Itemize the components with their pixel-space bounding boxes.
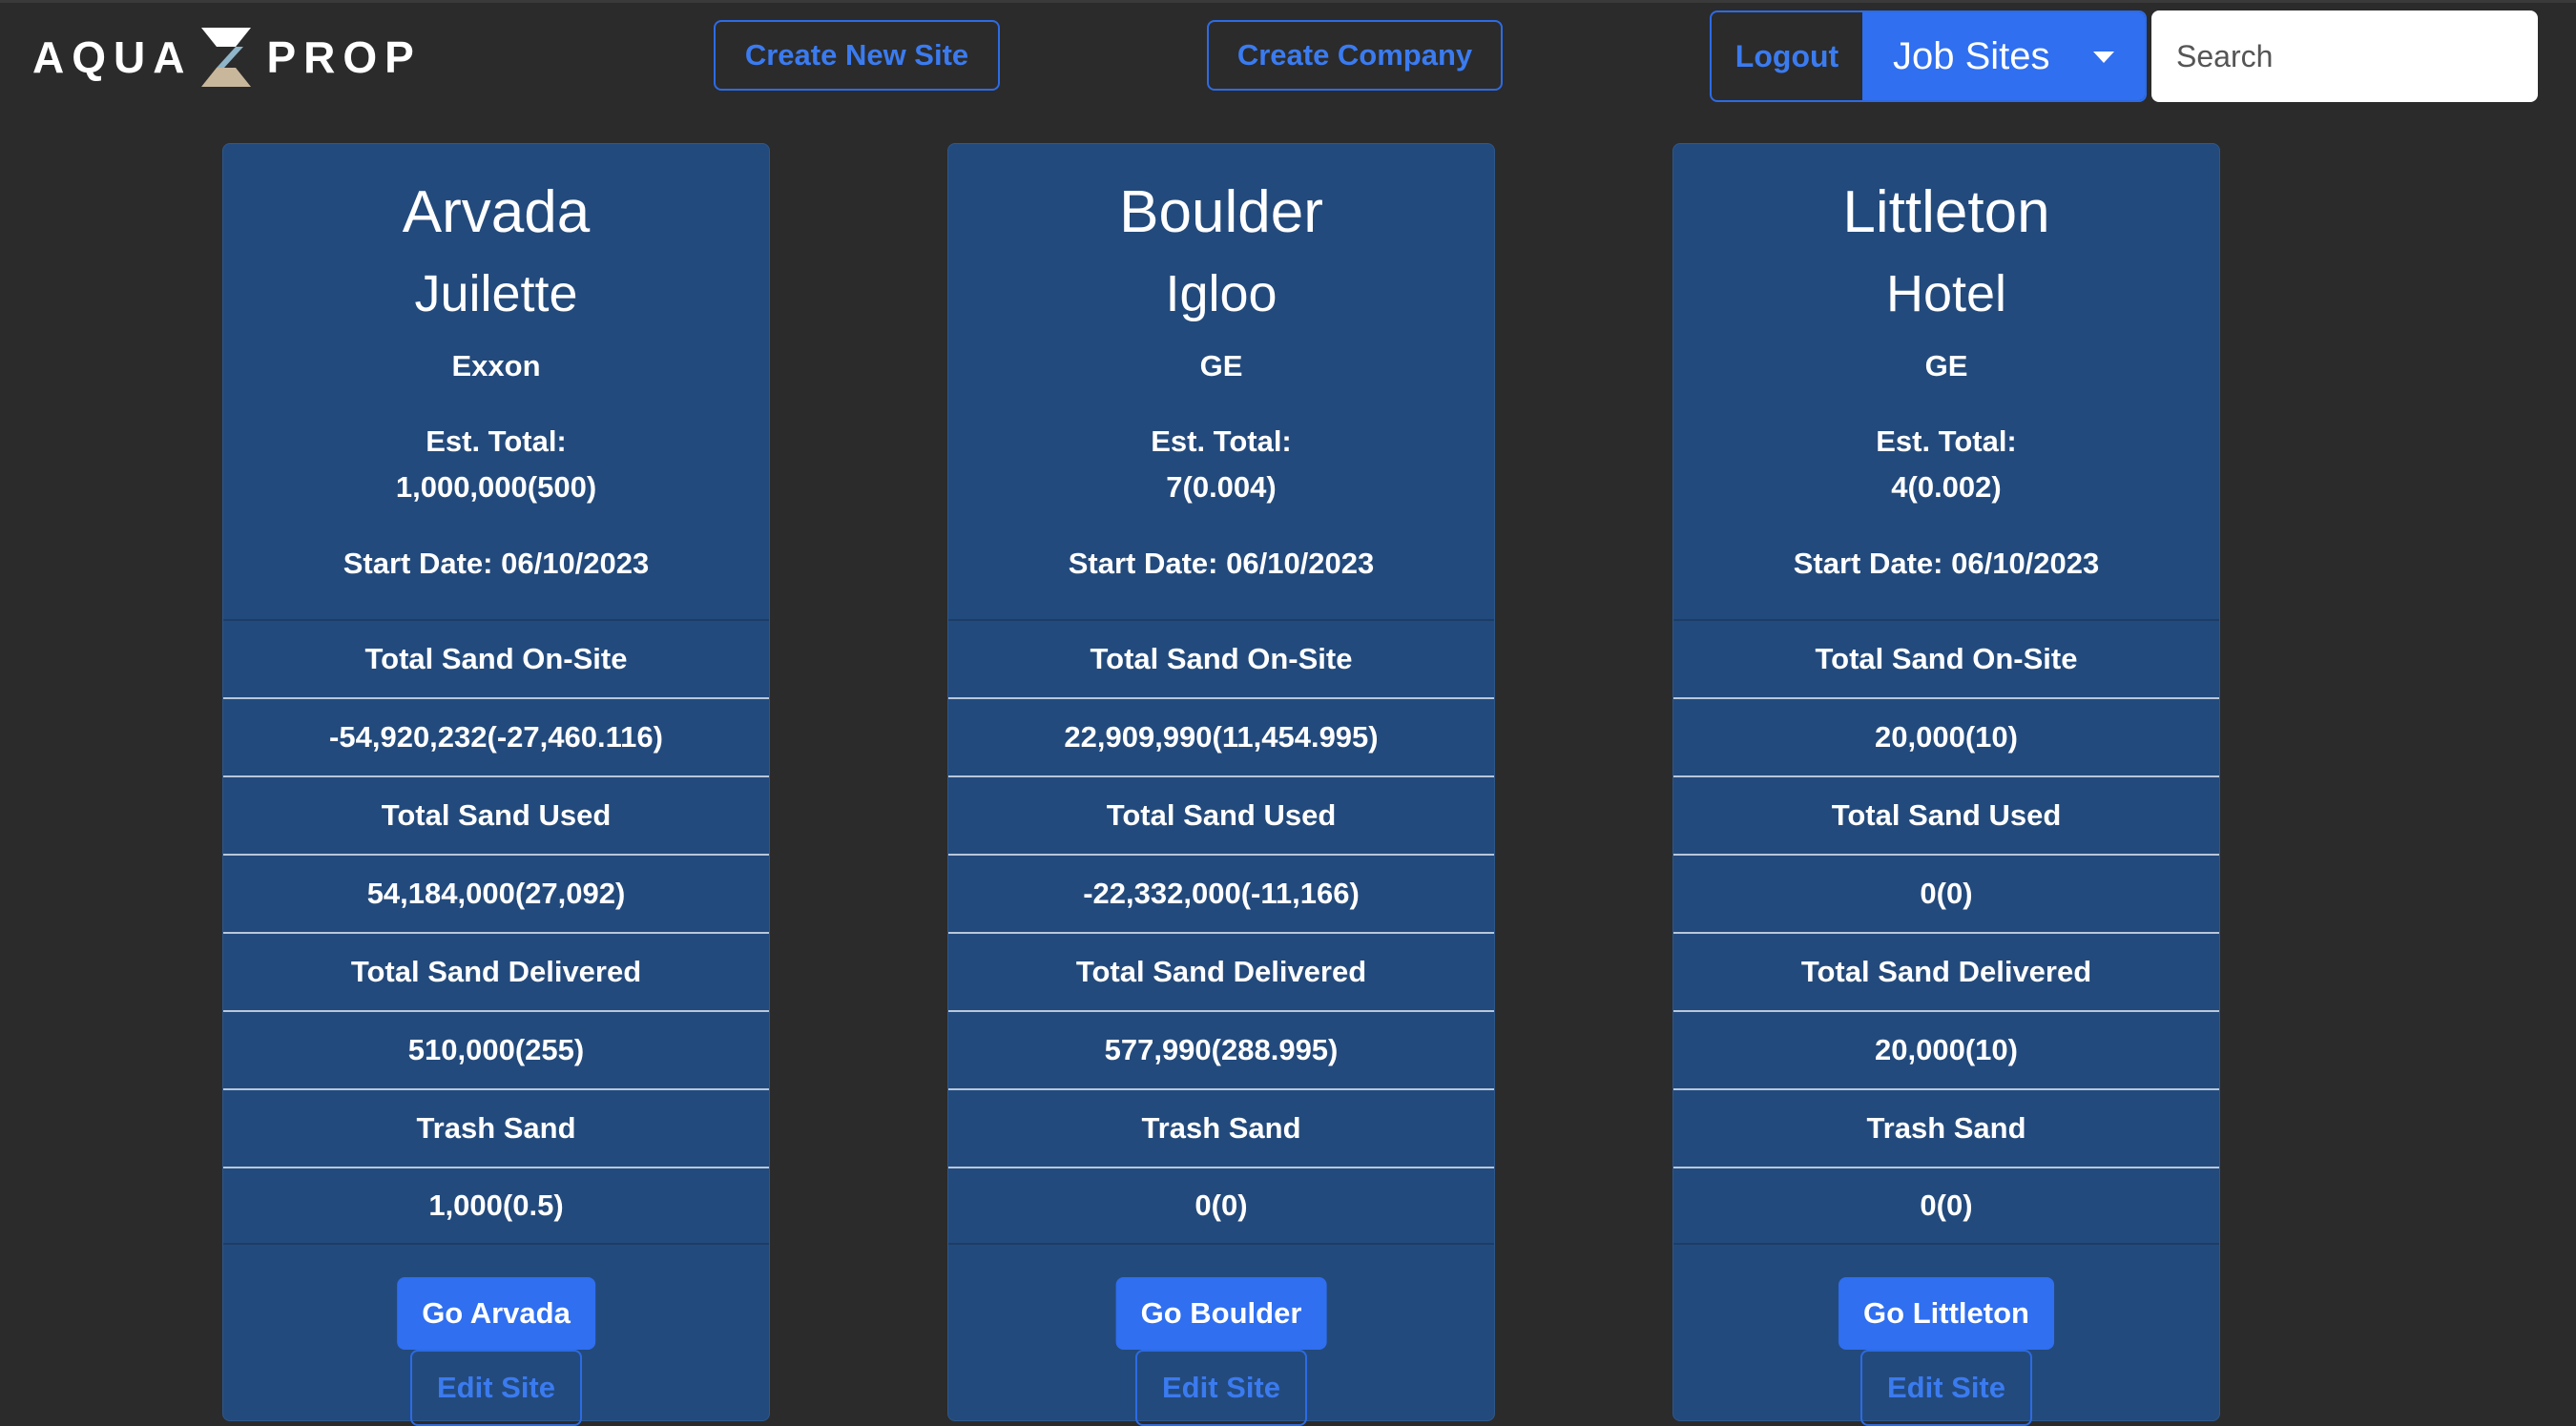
sand-stats-list: Total Sand On-Site 22,909,990(11,454.995… (948, 619, 1494, 1245)
site-card: Arvada Juilette Exxon Est. Total: 1,000,… (222, 143, 770, 1426)
edit-site-button[interactable]: Edit Site (1135, 1350, 1307, 1426)
go-site-button[interactable]: Go Littleton (1839, 1277, 2054, 1350)
stat-label: Total Sand Used (1673, 775, 2219, 854)
est-total-value: 1,000,000(500) (395, 470, 597, 504)
stat-value: 577,990(288.995) (948, 1010, 1494, 1088)
est-total-label: Est. Total: (426, 424, 567, 458)
site-city: Boulder (1119, 179, 1323, 245)
stat-value: -22,332,000(-11,166) (948, 854, 1494, 932)
stat-label: Total Sand Delivered (1673, 932, 2219, 1010)
logout-button[interactable]: Logout (1712, 12, 1862, 100)
sand-stats-list: Total Sand On-Site 20,000(10) Total Sand… (1673, 619, 2219, 1245)
job-sites-label: Job Sites (1893, 34, 2050, 77)
site-company: GE (1199, 349, 1243, 382)
site-city: Arvada (402, 179, 591, 245)
logo-mark-icon (201, 28, 252, 87)
stat-value: 0(0) (948, 1167, 1494, 1245)
start-date: Start Date: 06/10/2023 (343, 547, 650, 580)
site-name: Igloo (1165, 265, 1278, 322)
est-total-value: 4(0.002) (1891, 470, 2002, 504)
stat-value: 22,909,990(11,454.995) (948, 697, 1494, 775)
stat-value: -54,920,232(-27,460.116) (223, 697, 769, 775)
edit-site-button[interactable]: Edit Site (410, 1350, 582, 1426)
caret-down-icon (2093, 52, 2114, 63)
top-border (0, 0, 2576, 3)
stat-label: Total Sand Used (948, 775, 1494, 854)
start-date: Start Date: 06/10/2023 (1793, 547, 2100, 580)
search-input[interactable] (2151, 10, 2538, 102)
stat-label: Total Sand On-Site (1673, 619, 2219, 697)
create-new-site-button[interactable]: Create New Site (714, 20, 1000, 91)
est-total-label: Est. Total: (1876, 424, 2017, 458)
site-company: GE (1924, 349, 1968, 382)
stat-value: 1,000(0.5) (223, 1167, 769, 1245)
site-card: Littleton Hotel GE Est. Total: 4(0.002) … (1672, 143, 2220, 1426)
site-card: Boulder Igloo GE Est. Total: 7(0.004) St… (947, 143, 1495, 1426)
stat-label: Total Sand On-Site (223, 619, 769, 697)
stat-value: 20,000(10) (1673, 697, 2219, 775)
create-company-button[interactable]: Create Company (1207, 20, 1503, 91)
site-name: Hotel (1885, 265, 2007, 322)
stat-label: Trash Sand (948, 1088, 1494, 1167)
sand-stats-list: Total Sand On-Site -54,920,232(-27,460.1… (223, 619, 769, 1245)
stat-value: 0(0) (1673, 1167, 2219, 1245)
stat-value: 0(0) (1673, 854, 2219, 932)
logo-text-right: PROP (266, 32, 422, 82)
stat-value: 20,000(10) (1673, 1010, 2219, 1088)
stat-label: Total Sand Used (223, 775, 769, 854)
est-total-value: 7(0.004) (1166, 470, 1277, 504)
go-site-button[interactable]: Go Boulder (1115, 1277, 1327, 1350)
site-name: Juilette (414, 265, 578, 322)
stat-label: Total Sand On-Site (948, 619, 1494, 697)
logo-text-left: AQUA (32, 32, 193, 82)
app-logo[interactable]: AQUA PROP (32, 19, 422, 95)
est-total-label: Est. Total: (1151, 424, 1292, 458)
job-sites-dropdown[interactable]: Job Sites (1862, 12, 2145, 100)
nav-button-group: Logout Job Sites (1710, 10, 2147, 102)
stat-label: Trash Sand (1673, 1088, 2219, 1167)
edit-site-button[interactable]: Edit Site (1860, 1350, 2032, 1426)
stat-value: 510,000(255) (223, 1010, 769, 1088)
stat-label: Total Sand Delivered (948, 932, 1494, 1010)
stat-label: Total Sand Delivered (223, 932, 769, 1010)
start-date: Start Date: 06/10/2023 (1068, 547, 1375, 580)
site-company: Exxon (451, 349, 541, 382)
stat-label: Trash Sand (223, 1088, 769, 1167)
stat-value: 54,184,000(27,092) (223, 854, 769, 932)
site-city: Littleton (1842, 179, 2050, 245)
go-site-button[interactable]: Go Arvada (397, 1277, 595, 1350)
